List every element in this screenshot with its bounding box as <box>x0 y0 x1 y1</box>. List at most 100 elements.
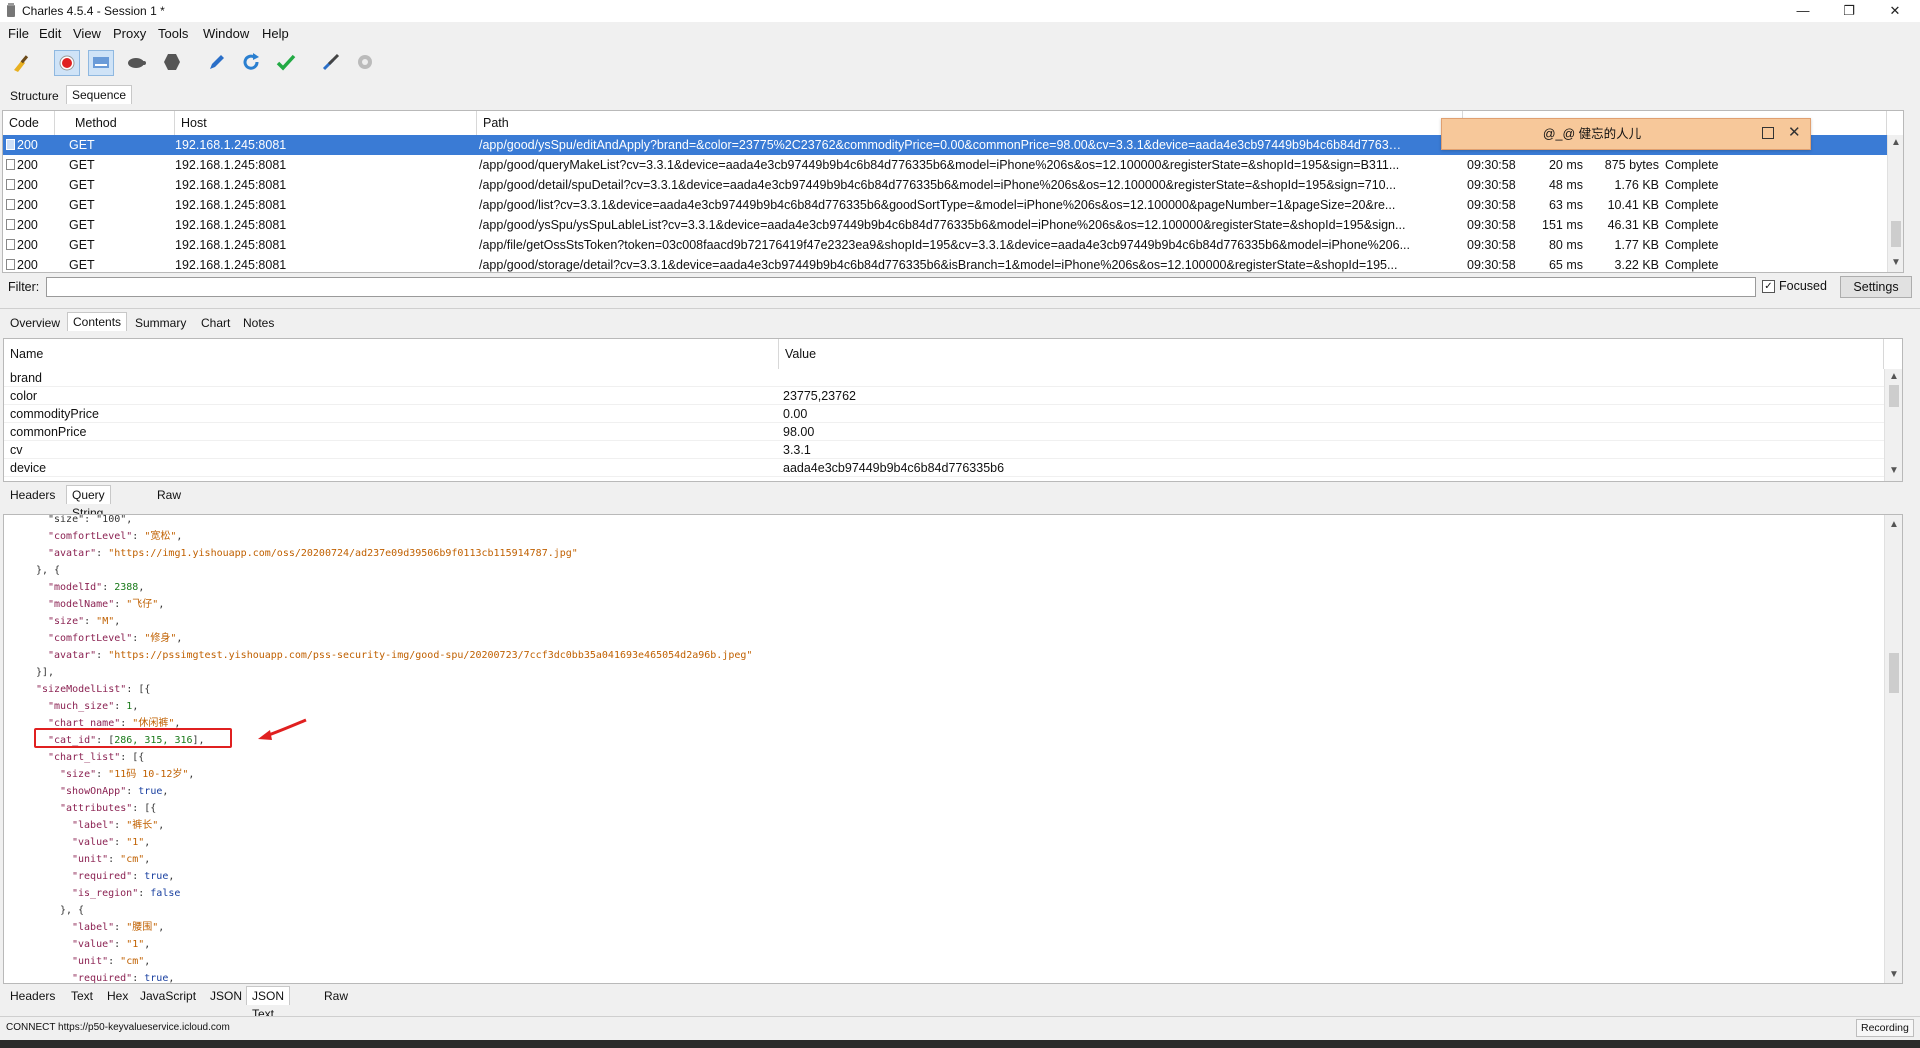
row-status: Complete <box>1665 178 1719 192</box>
filter-input[interactable] <box>46 277 1756 297</box>
json-token: "宽松" <box>144 531 177 542</box>
request-rows: 200 GET 192.168.1.245:8081/app/good/ysSpu/… <box>3 135 1887 272</box>
float-maximize-icon[interactable] <box>1762 127 1774 139</box>
row-method: GET <box>69 218 95 232</box>
query-name: color <box>10 389 38 403</box>
scroll-thumb[interactable] <box>1889 653 1899 693</box>
query-row[interactable]: color 23775,23762 <box>4 387 1884 405</box>
row-status: Complete <box>1665 218 1719 232</box>
json-line: "comfortLevel": "修身", <box>12 630 182 647</box>
json-token: "required" <box>72 973 133 984</box>
col-value[interactable]: Value <box>779 339 1884 369</box>
tab-sequence[interactable]: Sequence <box>66 85 133 104</box>
refresh-icon[interactable] <box>241 52 261 72</box>
request-row[interactable]: 200 GET 192.168.1.245:8081/app/good/queryM… <box>3 155 1887 175</box>
float-close-icon[interactable]: ✕ <box>1788 123 1801 141</box>
request-scrollbar[interactable]: ▲ ▼ <box>1887 135 1903 272</box>
menu-help[interactable]: Help <box>262 26 289 41</box>
tab-json-text[interactable]: JSON Text <box>246 986 291 1021</box>
scroll-up-icon[interactable]: ▲ <box>1886 371 1902 382</box>
json-token: , <box>158 922 165 933</box>
turtle-icon[interactable] <box>126 54 146 70</box>
tab-javascript[interactable]: JavaScript <box>134 986 202 1005</box>
record-icon[interactable] <box>59 55 75 71</box>
menu-tools[interactable]: Tools <box>158 26 188 41</box>
col-path[interactable]: Path <box>477 111 1463 135</box>
hexagon-stop-icon[interactable] <box>163 53 181 71</box>
recording-indicator[interactable]: Recording <box>1856 1019 1914 1037</box>
json-token: "M" <box>96 616 115 627</box>
tab-response-headers[interactable]: Headers <box>4 986 61 1005</box>
maximize-button[interactable]: ❐ <box>1826 0 1872 22</box>
query-row[interactable]: commodityPrice 0.00 <box>4 405 1884 423</box>
scroll-down-icon[interactable]: ▼ <box>1888 257 1904 268</box>
scroll-up-icon[interactable]: ▲ <box>1888 137 1904 148</box>
col-code[interactable]: Code <box>3 111 55 135</box>
scroll-down-icon[interactable]: ▼ <box>1886 969 1902 980</box>
query-row[interactable]: device aada4e3cb97449b9b4c6b84d776335b6 <box>4 459 1884 477</box>
response-json-text[interactable]: "size": "100", "comfortLevel": "宽松", "avat… <box>3 514 1903 984</box>
json-token: , <box>168 871 175 882</box>
json-token: "size": "100", <box>48 514 133 525</box>
tab-summary[interactable]: Summary <box>129 313 192 332</box>
scroll-up-icon[interactable]: ▲ <box>1886 519 1902 530</box>
close-window-button[interactable]: ✕ <box>1872 0 1918 22</box>
col-host[interactable]: Host <box>175 111 477 135</box>
highlight-box <box>34 728 232 748</box>
col-method[interactable]: Method <box>69 111 175 135</box>
tab-query-string[interactable]: Query String <box>66 485 111 520</box>
query-value: 3.3.1 <box>783 443 811 457</box>
throttle-icon[interactable] <box>92 55 110 71</box>
request-row[interactable]: 200 GET 192.168.1.245:8081/app/good/storag… <box>3 255 1887 272</box>
json-scrollbar[interactable]: ▲ ▼ <box>1884 515 1902 983</box>
row-duration: 48 ms <box>1548 178 1583 192</box>
row-size: 46.31 KB <box>1607 218 1659 232</box>
floating-notification[interactable]: @_@ 健忘的人儿 ✕ <box>1441 118 1811 150</box>
query-row[interactable]: brand <box>4 369 1884 387</box>
broom-icon[interactable] <box>10 52 32 74</box>
query-scrollbar[interactable]: ▲ ▼ <box>1884 369 1902 481</box>
query-row[interactable]: cv 3.3.1 <box>4 441 1884 459</box>
request-row[interactable]: 200 GET 192.168.1.245:8081/app/good/list?c… <box>3 195 1887 215</box>
gear-icon[interactable] <box>356 53 374 71</box>
menu-edit[interactable]: Edit <box>39 26 61 41</box>
check-icon[interactable] <box>276 52 296 72</box>
json-token: "1" <box>126 939 145 950</box>
focused-checkbox[interactable]: ✓ <box>1762 280 1775 293</box>
tab-contents[interactable]: Contents <box>67 312 128 331</box>
scroll-thumb[interactable] <box>1891 221 1901 247</box>
tab-response-raw[interactable]: Raw <box>318 986 354 1005</box>
floating-title: @_@ 健忘的人儿 <box>1542 127 1642 141</box>
json-line: "showOnApp": true, <box>12 783 168 800</box>
tab-chart[interactable]: Chart <box>195 313 236 332</box>
tab-hex[interactable]: Hex <box>101 986 134 1005</box>
request-row[interactable]: 200 GET 192.168.1.245:8081/app/good/detail… <box>3 175 1887 195</box>
json-line: "is_region": false <box>12 885 180 902</box>
menu-file[interactable]: File <box>8 26 29 41</box>
tab-request-headers[interactable]: Headers <box>4 485 61 504</box>
query-row[interactable]: commonPrice 98.00 <box>4 423 1884 441</box>
scroll-down-icon[interactable]: ▼ <box>1886 465 1902 476</box>
json-token: "attributes" <box>60 803 133 814</box>
json-token: false <box>150 888 181 899</box>
pen-icon[interactable] <box>207 52 227 72</box>
tab-json[interactable]: JSON <box>204 986 248 1005</box>
menu-proxy[interactable]: Proxy <box>113 26 146 41</box>
tab-overview[interactable]: Overview <box>4 313 66 332</box>
tab-text[interactable]: Text <box>65 986 99 1005</box>
menu-window[interactable]: Window <box>203 26 249 41</box>
tools-icon[interactable] <box>321 52 341 72</box>
minimize-button[interactable]: — <box>1780 0 1826 22</box>
tab-request-raw[interactable]: Raw <box>151 485 187 504</box>
tab-notes[interactable]: Notes <box>237 313 280 332</box>
tab-structure[interactable]: Structure <box>4 86 65 105</box>
query-table: Name Value brand color 23775,23762 commodit… <box>3 338 1903 482</box>
json-token: "comfortLevel" <box>48 531 133 542</box>
request-row[interactable]: 200 GET 192.168.1.245:8081/app/good/ysSpu/… <box>3 215 1887 235</box>
request-row[interactable]: 200 GET 192.168.1.245:8081/app/file/getOss… <box>3 235 1887 255</box>
settings-button[interactable]: Settings <box>1840 276 1912 298</box>
scroll-thumb[interactable] <box>1889 385 1899 407</box>
menu-view[interactable]: View <box>73 26 101 41</box>
row-method: GET <box>69 198 95 212</box>
col-name[interactable]: Name <box>4 339 779 369</box>
